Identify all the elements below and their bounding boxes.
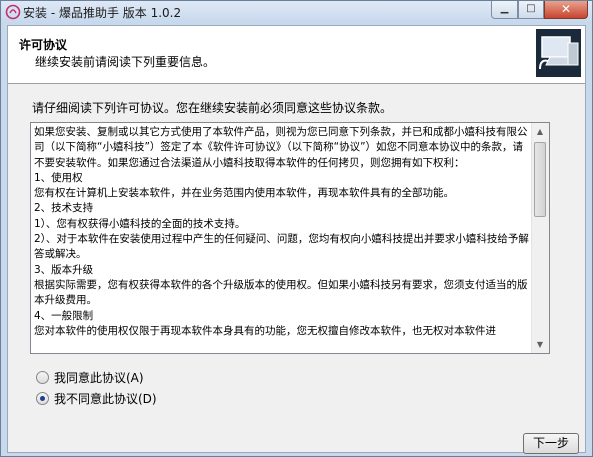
window-title: 安装 - 爆品推助手 版本 1.0.2 — [23, 6, 182, 20]
installer-window: 安装 - 爆品推助手 版本 1.0.2 ▁ □ ✕ 许可协议 继续安装前请阅读下… — [0, 0, 593, 457]
maximize-button[interactable]: □ — [518, 1, 544, 19]
license-scrollbar[interactable]: ▲ ▼ — [531, 123, 549, 353]
page-title: 许可协议 — [19, 38, 68, 52]
decline-label[interactable]: 我不同意此协议(D) — [54, 390, 157, 407]
arrow-down-icon[interactable]: ▼ — [532, 336, 548, 353]
app-logo-icon — [5, 4, 21, 20]
wizard-body: 请仔细阅读下列许可协议。您在继续安装前必须同意这些协议条款。 如果您安装、复制或… — [8, 84, 585, 454]
accept-option[interactable]: 我同意此协议(A) — [36, 369, 144, 386]
accept-radio[interactable] — [36, 371, 49, 384]
arrow-up-icon[interactable]: ▲ — [532, 123, 548, 140]
license-text: 如果您安装、复制或以其它方式使用了本软件产品，则视为您已同意下列条款，并已和成都… — [34, 126, 529, 337]
wizard-client-area: 许可协议 继续安装前请阅读下列重要信息。 请仔细阅读下列许可协议。您在继续安装前… — [7, 25, 586, 454]
license-intro: 请仔细阅读下列许可协议。您在继续安装前必须同意这些协议条款。 — [32, 101, 393, 115]
decline-radio[interactable] — [36, 392, 49, 405]
page-subtitle: 继续安装前请阅读下列重要信息。 — [35, 55, 216, 69]
minimize-button[interactable]: ▁ — [491, 1, 518, 19]
next-button[interactable]: 下一步 — [523, 433, 579, 454]
license-textbox[interactable]: 如果您安装、复制或以其它方式使用了本软件产品，则视为您已同意下列条款，并已和成都… — [30, 122, 550, 354]
close-button[interactable]: ✕ — [544, 1, 588, 19]
accept-label[interactable]: 我同意此协议(A) — [54, 369, 144, 386]
scrollbar-thumb[interactable] — [534, 142, 546, 217]
wizard-header: 许可协议 继续安装前请阅读下列重要信息。 — [8, 26, 585, 84]
title-bar[interactable]: 安装 - 爆品推助手 版本 1.0.2 ▁ □ ✕ — [1, 1, 592, 23]
computer-install-icon — [536, 29, 581, 77]
decline-option[interactable]: 我不同意此协议(D) — [36, 390, 157, 407]
